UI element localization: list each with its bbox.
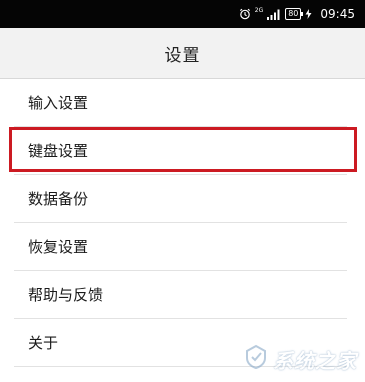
watermark-logo-icon [243, 344, 269, 374]
menu-item-input-settings[interactable]: 输入设置 [14, 79, 347, 127]
charging-icon [305, 9, 312, 19]
menu-item-help-feedback[interactable]: 帮助与反馈 [14, 271, 347, 319]
menu-item-label: 数据备份 [28, 190, 89, 208]
status-time: 09:45 [320, 7, 355, 21]
status-bar: 2G 80 09:45 [0, 0, 365, 28]
settings-menu: 输入设置 键盘设置 数据备份 恢复设置 帮助与反馈 关于 [0, 79, 365, 367]
settings-header: 设置 [0, 28, 365, 79]
battery-level: 80 [288, 9, 299, 18]
watermark: 系统之家 [243, 344, 357, 374]
menu-item-label: 帮助与反馈 [28, 286, 104, 304]
watermark-text: 系统之家 [273, 348, 357, 373]
menu-item-restore-settings[interactable]: 恢复设置 [14, 223, 347, 271]
menu-item-label: 关于 [28, 334, 59, 352]
menu-item-data-backup[interactable]: 数据备份 [14, 175, 347, 223]
menu-item-label: 恢复设置 [28, 238, 89, 256]
network-type-label: 2G [254, 7, 264, 14]
battery-icon: 80 [285, 8, 304, 20]
menu-item-label: 键盘设置 [28, 142, 89, 160]
status-icons: 2G 80 09:45 [239, 0, 355, 28]
page-title: 设置 [164, 45, 201, 66]
menu-item-keyboard-settings[interactable]: 键盘设置 [9, 127, 357, 175]
menu-item-label: 输入设置 [28, 94, 89, 112]
alarm-icon [239, 8, 251, 20]
signal-icon [267, 9, 281, 20]
